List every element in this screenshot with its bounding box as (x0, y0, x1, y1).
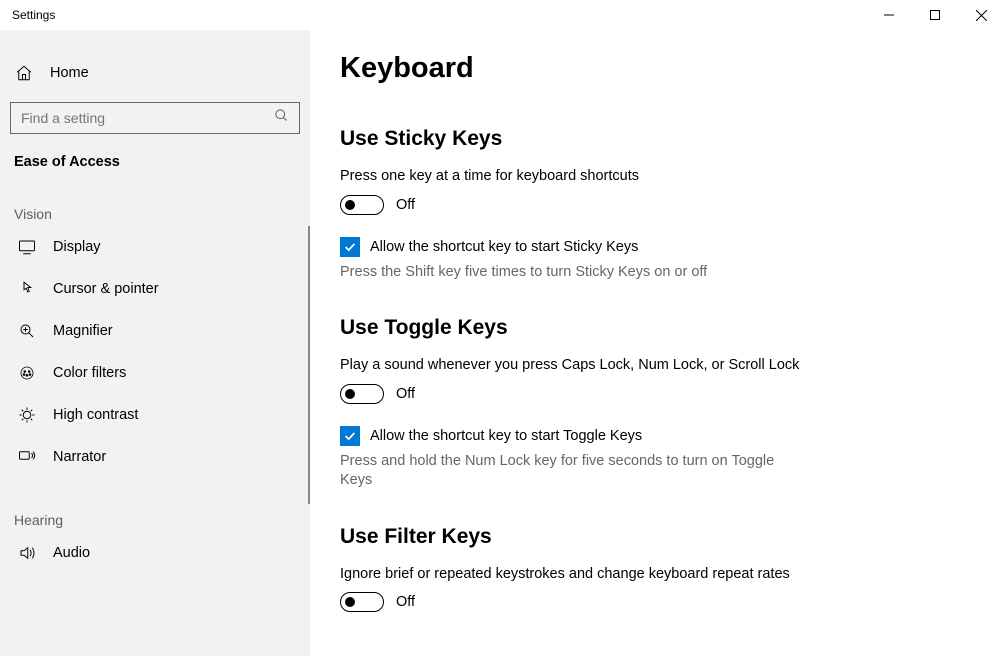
search-input-container[interactable] (10, 102, 300, 134)
checkbox-allow-sticky-shortcut[interactable] (340, 237, 360, 257)
toggle-state-label: Off (396, 386, 415, 402)
section-heading-sticky-keys: Use Sticky Keys (340, 127, 974, 151)
cursor-pointer-icon (17, 280, 37, 298)
checkbox-label: Allow the shortcut key to start Toggle K… (370, 428, 642, 444)
sidebar-scrollbar[interactable] (308, 226, 310, 504)
toggle-toggle-keys[interactable] (340, 384, 384, 404)
checkbox-label: Allow the shortcut key to start Sticky K… (370, 239, 638, 255)
toggle-filter-keys[interactable] (340, 592, 384, 612)
minimize-button[interactable] (866, 0, 912, 30)
search-icon (274, 108, 289, 128)
section-desc: Press one key at a time for keyboard sho… (340, 167, 974, 187)
search-input[interactable] (21, 110, 274, 126)
group-header-hearing: Hearing (0, 506, 310, 532)
home-icon (14, 64, 34, 82)
sidebar-item-display[interactable]: Display (3, 226, 310, 268)
sidebar-item-cursor[interactable]: Cursor & pointer (3, 268, 310, 310)
sidebar-item-label: Audio (53, 545, 90, 561)
sidebar-item-color-filters[interactable]: Color filters (3, 352, 310, 394)
high-contrast-icon (17, 406, 37, 424)
sidebar: Home Ease of Access Vision Display (0, 30, 310, 656)
sidebar-item-label: Magnifier (53, 323, 113, 339)
sidebar-item-label: Cursor & pointer (53, 281, 159, 297)
sidebar-item-magnifier[interactable]: Magnifier (3, 310, 310, 352)
sidebar-item-label: Narrator (53, 449, 106, 465)
window-title: Settings (0, 8, 55, 22)
sidebar-item-narrator[interactable]: Narrator (3, 436, 310, 478)
color-filters-icon (17, 364, 37, 382)
sidebar-item-label: Display (53, 239, 101, 255)
sidebar-item-home[interactable]: Home (0, 52, 310, 94)
sidebar-item-label: Color filters (53, 365, 126, 381)
toggle-knob (345, 597, 355, 607)
hint-text: Press the Shift key five times to turn S… (340, 263, 780, 283)
section-desc: Ignore brief or repeated keystrokes and … (340, 565, 974, 585)
nav-list-vision: Display Cursor & pointer Magnifier Color… (0, 226, 310, 478)
page-title: Keyboard (340, 52, 974, 85)
nav-list-hearing: Audio (0, 532, 310, 574)
toggle-knob (345, 389, 355, 399)
check-icon (343, 240, 357, 254)
audio-icon (17, 544, 37, 562)
section-heading-toggle-keys: Use Toggle Keys (340, 316, 974, 340)
hint-text: Press and hold the Num Lock key for five… (340, 452, 780, 491)
sidebar-item-label: High contrast (53, 407, 138, 423)
title-bar: Settings (0, 0, 1004, 30)
toggle-state-label: Off (396, 594, 415, 610)
maximize-button[interactable] (912, 0, 958, 30)
toggle-sticky-keys[interactable] (340, 195, 384, 215)
narrator-icon (17, 448, 37, 466)
category-header: Ease of Access (0, 148, 310, 200)
checkbox-allow-toggle-shortcut[interactable] (340, 426, 360, 446)
group-header-vision: Vision (0, 200, 310, 226)
section-heading-filter-keys: Use Filter Keys (340, 525, 974, 549)
sidebar-item-high-contrast[interactable]: High contrast (3, 394, 310, 436)
section-desc: Play a sound whenever you press Caps Loc… (340, 356, 974, 376)
home-label: Home (50, 65, 89, 81)
close-button[interactable] (958, 0, 1004, 30)
sidebar-item-audio[interactable]: Audio (3, 532, 310, 574)
display-icon (17, 238, 37, 256)
toggle-state-label: Off (396, 197, 415, 213)
check-icon (343, 429, 357, 443)
content-area: Keyboard Use Sticky Keys Press one key a… (310, 30, 1004, 656)
magnifier-icon (17, 322, 37, 340)
toggle-knob (345, 200, 355, 210)
